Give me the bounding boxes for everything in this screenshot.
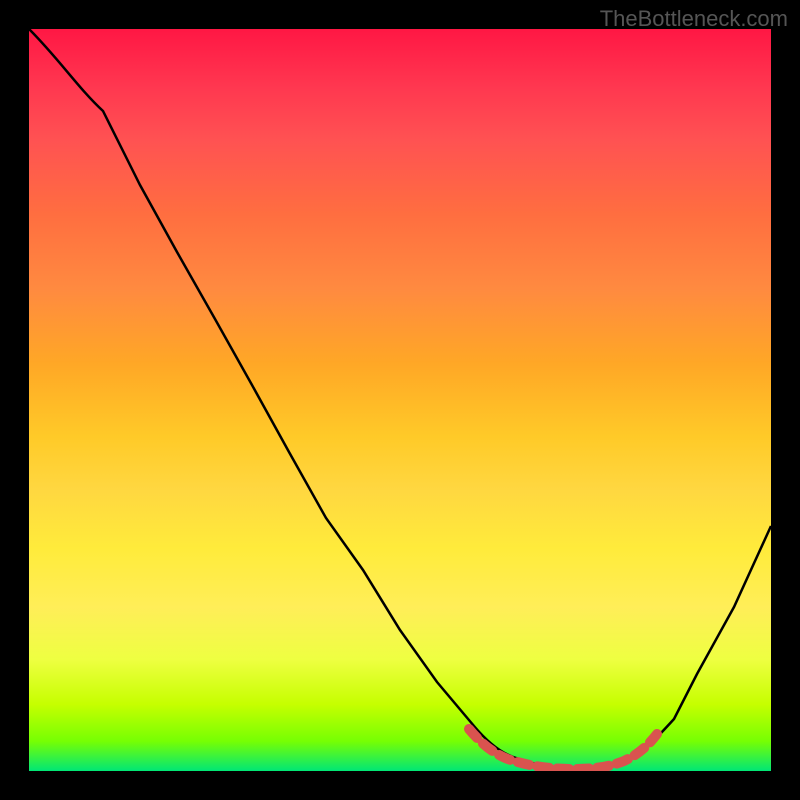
- chart-svg: [29, 29, 771, 771]
- watermark-text: TheBottleneck.com: [600, 6, 788, 32]
- bottleneck-curve-line: [29, 29, 771, 769]
- chart-plot-area: [29, 29, 771, 771]
